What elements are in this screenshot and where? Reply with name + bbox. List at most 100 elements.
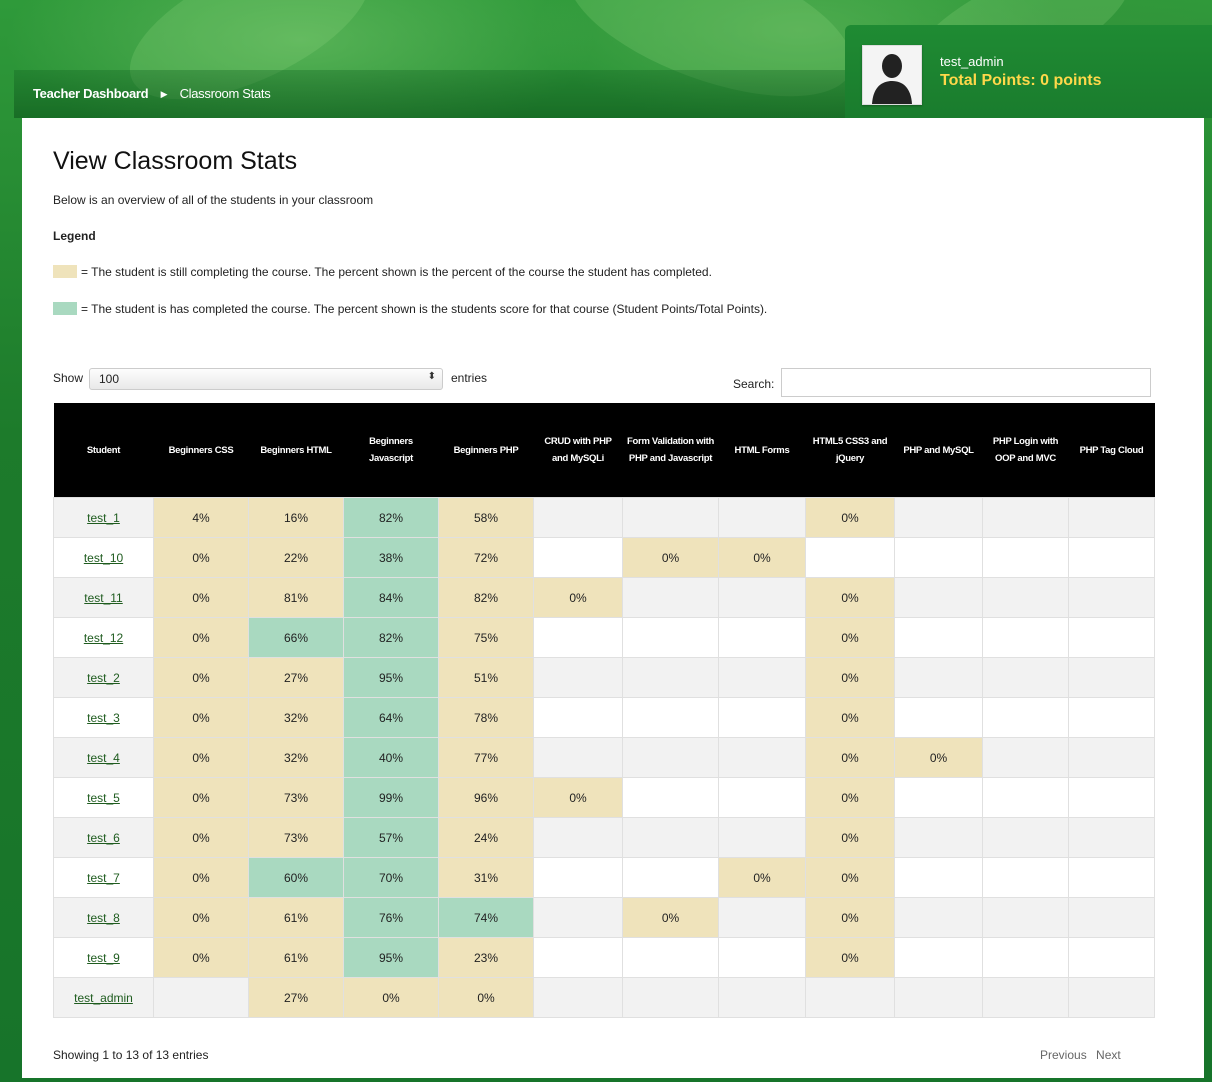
score-cell bbox=[805, 537, 895, 578]
score-cell bbox=[622, 697, 719, 738]
score-cell: 64% bbox=[343, 697, 439, 738]
score-cell bbox=[718, 897, 806, 938]
score-cell: 0% bbox=[622, 537, 719, 578]
legend-title: Legend bbox=[53, 229, 96, 243]
avatar[interactable] bbox=[862, 45, 922, 105]
breadcrumb-home-link[interactable]: Teacher Dashboard bbox=[33, 86, 149, 101]
column-header[interactable]: Form Validation with PHP and Javascript bbox=[622, 403, 719, 498]
student-link[interactable]: test_11 bbox=[84, 591, 122, 605]
next-button[interactable]: Next bbox=[1096, 1048, 1121, 1062]
student-cell: test_7 bbox=[53, 857, 154, 898]
student-link[interactable]: test_10 bbox=[84, 551, 123, 565]
page-size-select[interactable]: 100 ⬍ bbox=[89, 368, 443, 390]
score-cell bbox=[622, 657, 719, 698]
score-cell: 78% bbox=[438, 697, 534, 738]
score-cell: 0% bbox=[438, 977, 534, 1018]
score-cell bbox=[1068, 737, 1155, 778]
score-cell bbox=[718, 817, 806, 858]
column-header[interactable]: CRUD with PHP and MySQLi bbox=[533, 403, 623, 498]
score-cell: 0% bbox=[805, 937, 895, 978]
intro-text: Below is an overview of all of the stude… bbox=[53, 193, 374, 207]
score-cell: 0% bbox=[805, 897, 895, 938]
score-cell bbox=[982, 977, 1069, 1018]
column-header[interactable]: PHP Tag Cloud bbox=[1068, 403, 1155, 498]
score-cell bbox=[1068, 657, 1155, 698]
student-cell: test_1 bbox=[53, 497, 154, 538]
score-cell bbox=[533, 737, 623, 778]
table-row: test_9 0% 61% 95% 23% 0% bbox=[53, 937, 1155, 978]
column-header[interactable]: Beginners CSS bbox=[153, 403, 249, 498]
score-cell: 40% bbox=[343, 737, 439, 778]
score-cell: 0% bbox=[153, 777, 249, 818]
student-link[interactable]: test_7 bbox=[87, 871, 120, 885]
score-cell bbox=[533, 497, 623, 538]
column-header[interactable]: Beginners Javascript bbox=[343, 403, 439, 498]
student-link[interactable]: test_admin bbox=[74, 991, 133, 1005]
column-header[interactable]: Student bbox=[53, 403, 154, 498]
score-cell bbox=[718, 697, 806, 738]
score-cell bbox=[533, 857, 623, 898]
score-cell: 70% bbox=[343, 857, 439, 898]
column-header[interactable]: Beginners PHP bbox=[438, 403, 534, 498]
score-cell bbox=[894, 657, 983, 698]
student-link[interactable]: test_8 bbox=[87, 911, 120, 925]
student-link[interactable]: test_3 bbox=[87, 711, 120, 725]
student-cell: test_2 bbox=[53, 657, 154, 698]
score-cell bbox=[805, 977, 895, 1018]
stats-table: Student Beginners CSS Beginners HTML Beginn… bbox=[53, 403, 1155, 1018]
score-cell bbox=[622, 777, 719, 818]
score-cell bbox=[718, 737, 806, 778]
score-cell: 0% bbox=[805, 777, 895, 818]
score-cell: 0% bbox=[153, 897, 249, 938]
score-cell bbox=[982, 657, 1069, 698]
score-cell: 61% bbox=[248, 897, 344, 938]
score-cell: 27% bbox=[248, 977, 344, 1018]
student-link[interactable]: test_9 bbox=[87, 951, 120, 965]
student-link[interactable]: test_2 bbox=[87, 671, 120, 685]
score-cell bbox=[982, 857, 1069, 898]
student-link[interactable]: test_5 bbox=[87, 791, 120, 805]
score-cell bbox=[533, 817, 623, 858]
student-cell: test_8 bbox=[53, 897, 154, 938]
score-cell: 77% bbox=[438, 737, 534, 778]
student-cell: test_11 bbox=[53, 577, 154, 618]
score-cell: 76% bbox=[343, 897, 439, 938]
previous-button[interactable]: Previous bbox=[1040, 1048, 1087, 1062]
legend-text: = The student is still completing the co… bbox=[81, 265, 712, 279]
column-header[interactable]: PHP Login with OOP and MVC bbox=[982, 403, 1069, 498]
score-cell bbox=[1068, 537, 1155, 578]
table-row: test_7 0% 60% 70% 31% 0% 0% bbox=[53, 857, 1155, 898]
student-cell: test_3 bbox=[53, 697, 154, 738]
student-link[interactable]: test_12 bbox=[84, 631, 123, 645]
table-row: test_12 0% 66% 82% 75% 0% bbox=[53, 617, 1155, 658]
legend-swatch-green bbox=[53, 302, 77, 315]
score-cell bbox=[982, 577, 1069, 618]
table-row: test_4 0% 32% 40% 77% 0% 0% bbox=[53, 737, 1155, 778]
score-cell: 27% bbox=[248, 657, 344, 698]
score-cell bbox=[1068, 817, 1155, 858]
score-cell: 72% bbox=[438, 537, 534, 578]
search-input[interactable] bbox=[781, 368, 1151, 397]
table-header-row: Student Beginners CSS Beginners HTML Beginn… bbox=[53, 403, 1155, 498]
column-header[interactable]: Beginners HTML bbox=[248, 403, 344, 498]
column-header[interactable]: PHP and MySQL bbox=[894, 403, 983, 498]
column-header[interactable]: HTML5 CSS3 and jQuery bbox=[805, 403, 895, 498]
score-cell bbox=[622, 977, 719, 1018]
score-cell: 0% bbox=[805, 657, 895, 698]
student-link[interactable]: test_4 bbox=[87, 751, 120, 765]
score-cell bbox=[982, 737, 1069, 778]
student-link[interactable]: test_1 bbox=[87, 511, 120, 525]
student-link[interactable]: test_6 bbox=[87, 831, 120, 845]
score-cell: 0% bbox=[533, 777, 623, 818]
score-cell bbox=[982, 937, 1069, 978]
student-cell: test_5 bbox=[53, 777, 154, 818]
score-cell bbox=[718, 497, 806, 538]
score-cell: 16% bbox=[248, 497, 344, 538]
column-header[interactable]: HTML Forms bbox=[718, 403, 806, 498]
score-cell bbox=[718, 937, 806, 978]
score-cell: 0% bbox=[153, 737, 249, 778]
score-cell bbox=[894, 817, 983, 858]
score-cell bbox=[982, 697, 1069, 738]
pagination: Previous Next bbox=[1040, 1048, 1127, 1062]
score-cell: 22% bbox=[248, 537, 344, 578]
